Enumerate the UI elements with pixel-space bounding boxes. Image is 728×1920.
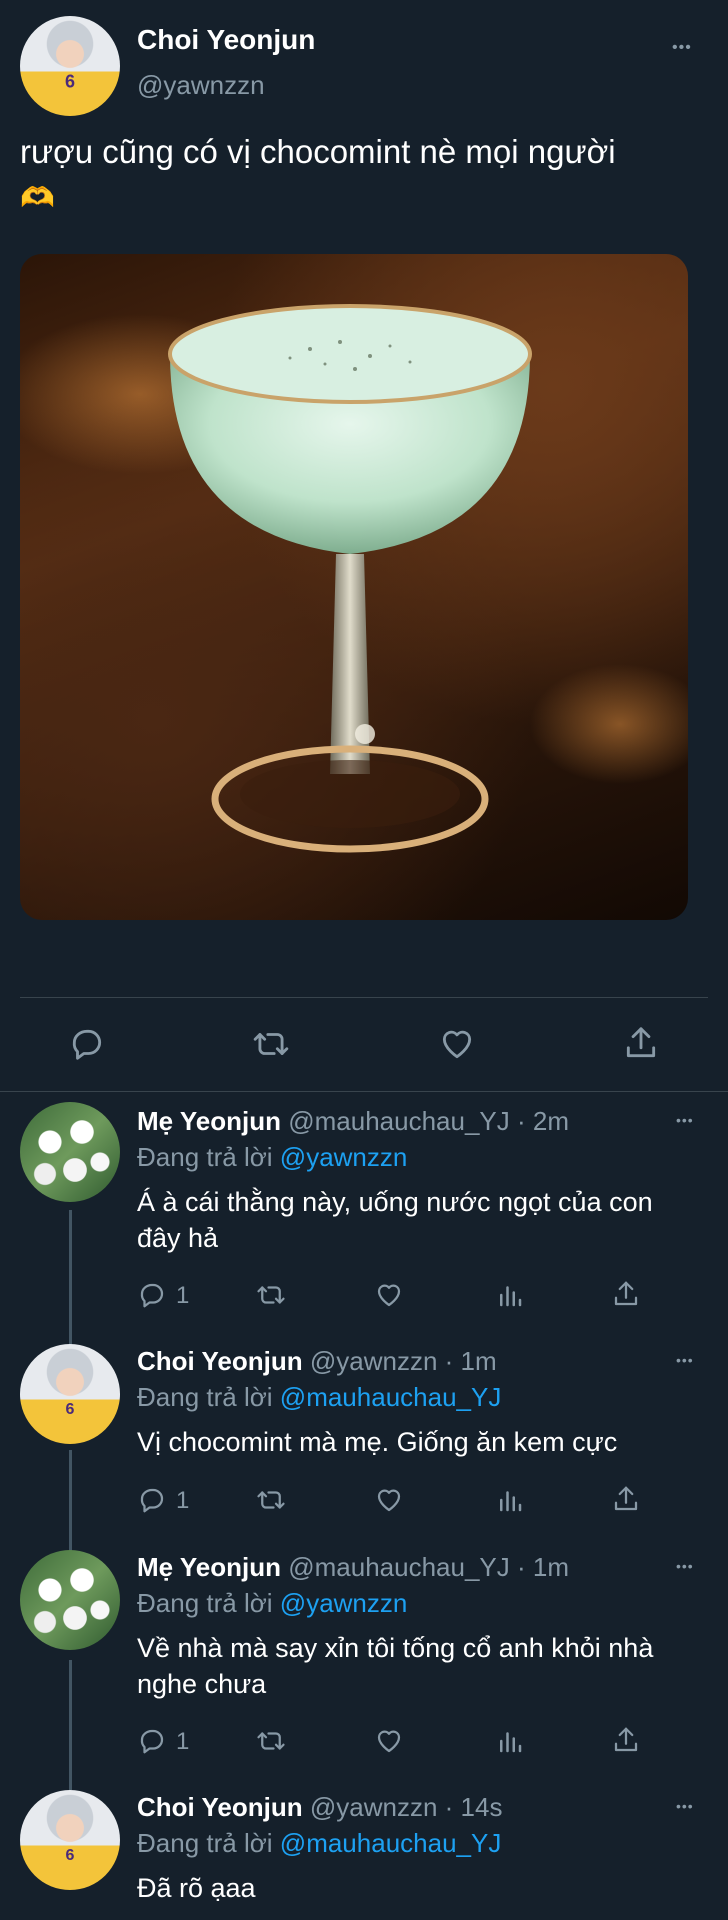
author-name[interactable]: Mẹ Yeonjun	[137, 1552, 281, 1582]
avatar[interactable]: 6	[20, 1790, 120, 1890]
author-handle[interactable]: @yawnzzn	[310, 1792, 438, 1822]
share-icon[interactable]	[611, 1279, 641, 1309]
author-handle[interactable]: @mauhauchau_YJ	[288, 1552, 510, 1582]
tweet-photo[interactable]	[20, 254, 688, 920]
timestamp[interactable]: · 14s	[445, 1792, 503, 1822]
timestamp[interactable]: · 1m	[517, 1552, 569, 1582]
reply-icon[interactable]	[68, 1025, 106, 1063]
tweet-text-body: rượu cũng có vị chocomint nè mọi người	[20, 133, 616, 170]
divider	[0, 1091, 728, 1092]
author-name[interactable]: Mẹ Yeonjun	[137, 1106, 281, 1136]
replying-to: Đang trả lời @yawnzzn	[137, 1586, 407, 1620]
thread-line	[69, 1210, 72, 1345]
retweet-icon[interactable]	[254, 1726, 288, 1756]
analytics-icon[interactable]	[495, 1280, 525, 1310]
author-name[interactable]: Choi Yeonjun	[137, 1346, 303, 1376]
reply-icon[interactable]	[137, 1280, 167, 1310]
share-icon[interactable]	[611, 1725, 641, 1755]
avatar-jersey-number: 6	[65, 1401, 75, 1418]
heart-icon[interactable]	[374, 1280, 404, 1310]
retweet-icon[interactable]	[250, 1025, 292, 1063]
thread-line	[69, 1660, 72, 1790]
avatar[interactable]	[20, 1550, 120, 1650]
replying-to-label: Đang trả lời	[137, 1828, 273, 1858]
reply-header: Choi Yeonjun @yawnzzn · 1m	[137, 1344, 497, 1378]
replying-to-label: Đang trả lời	[137, 1382, 273, 1412]
heart-icon[interactable]	[374, 1726, 404, 1756]
reply-count: 1	[176, 1487, 190, 1514]
reply-text: Vị chocomint mà mẹ. Giống ăn kem cực	[137, 1427, 618, 1457]
more-icon[interactable]: •••	[676, 1559, 694, 1573]
avatar-jersey-number: 6	[65, 1847, 75, 1864]
reply-header: Choi Yeonjun @yawnzzn · 14s	[137, 1790, 502, 1824]
avatar-jersey-number: 6	[64, 71, 76, 92]
more-icon[interactable]: •••	[676, 1113, 694, 1127]
divider	[20, 997, 708, 998]
author-handle[interactable]: @mauhauchau_YJ	[288, 1106, 510, 1136]
analytics-icon[interactable]	[495, 1485, 525, 1515]
timestamp[interactable]: · 2m	[517, 1106, 569, 1136]
heart-icon[interactable]	[374, 1485, 404, 1515]
replying-to-label: Đang trả lời	[137, 1142, 273, 1172]
share-icon[interactable]	[611, 1484, 641, 1514]
author-name[interactable]: Choi Yeonjun	[137, 24, 315, 56]
hands-heart-emoji: 🫶	[20, 182, 55, 213]
cocktail-glass-illustration	[20, 304, 688, 853]
timestamp[interactable]: · 1m	[445, 1346, 497, 1376]
thread-line	[69, 1450, 72, 1555]
reply-header: Mẹ Yeonjun @mauhauchau_YJ · 1m	[137, 1550, 569, 1584]
retweet-icon[interactable]	[254, 1280, 288, 1310]
more-icon[interactable]: •••	[676, 1353, 694, 1367]
more-icon[interactable]: •••	[672, 40, 692, 56]
mention-link[interactable]: @mauhauchau_YJ	[280, 1382, 502, 1412]
replying-to: Đang trả lời @mauhauchau_YJ	[137, 1380, 501, 1414]
avatar[interactable]: 6	[20, 16, 120, 116]
replying-to: Đang trả lời @mauhauchau_YJ	[137, 1826, 501, 1860]
heart-icon[interactable]	[438, 1025, 476, 1063]
reply-count: 1	[176, 1282, 190, 1309]
reply-icon[interactable]	[137, 1485, 167, 1515]
reply-icon[interactable]	[137, 1726, 167, 1756]
reply-count: 1	[176, 1728, 190, 1755]
reply-text: Á à cái thằng này, uống nước ngọt của co…	[137, 1187, 653, 1253]
avatar[interactable]: 6	[20, 1344, 120, 1444]
avatar[interactable]	[20, 1102, 120, 1202]
reply-header: Mẹ Yeonjun @mauhauchau_YJ · 2m	[137, 1104, 569, 1138]
reply-text: Về nhà mà say xỉn tôi tống cổ anh khỏi n…	[137, 1633, 654, 1699]
replying-to: Đang trả lời @yawnzzn	[137, 1140, 407, 1174]
mention-link[interactable]: @yawnzzn	[280, 1588, 408, 1618]
mention-link[interactable]: @mauhauchau_YJ	[280, 1828, 502, 1858]
retweet-icon[interactable]	[254, 1485, 288, 1515]
tweet-text: rượu cũng có vị chocomint nè mọi người 🫶	[20, 130, 720, 220]
author-name[interactable]: Choi Yeonjun	[137, 1792, 303, 1822]
reply-text: Đã rõ ạaa	[137, 1873, 256, 1903]
share-icon[interactable]	[622, 1024, 660, 1062]
more-icon[interactable]: •••	[676, 1799, 694, 1813]
analytics-icon[interactable]	[495, 1726, 525, 1756]
author-handle[interactable]: @yawnzzn	[310, 1346, 438, 1376]
replying-to-label: Đang trả lời	[137, 1588, 273, 1618]
author-handle[interactable]: @yawnzzn	[137, 70, 265, 101]
mention-link[interactable]: @yawnzzn	[280, 1142, 408, 1172]
